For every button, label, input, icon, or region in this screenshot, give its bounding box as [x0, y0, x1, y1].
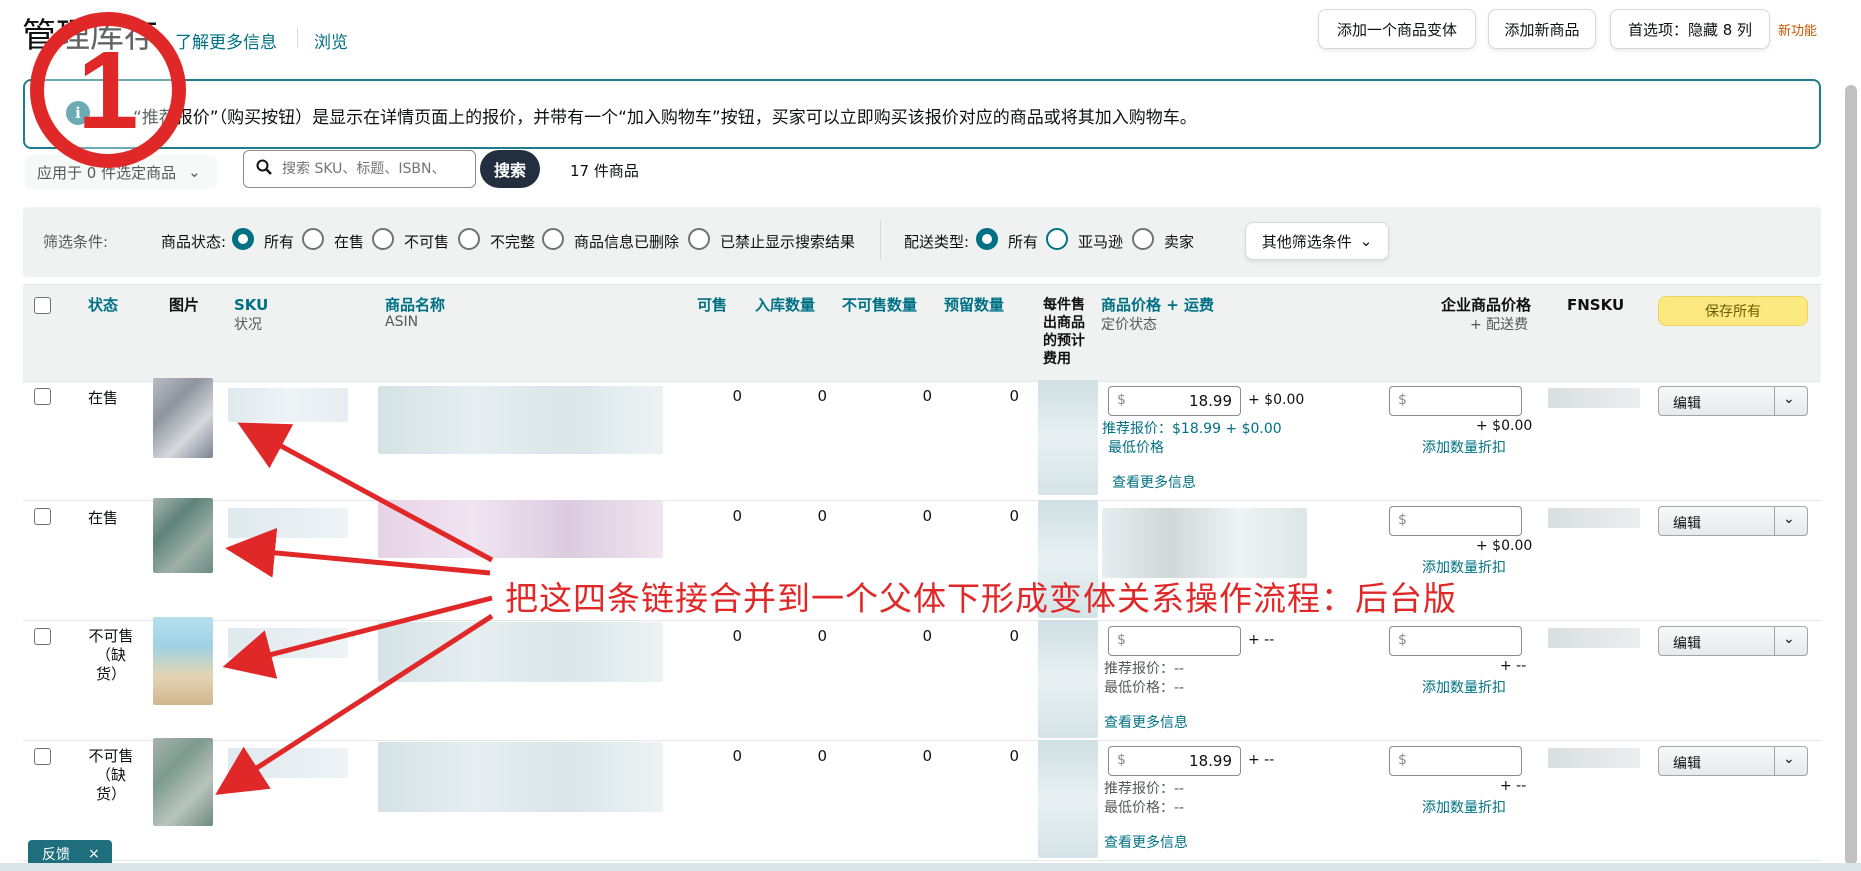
- arrow-row-2: [225, 527, 491, 578]
- feedback-label: 反馈: [42, 847, 70, 863]
- arrow-row-1: [237, 422, 494, 563]
- arrow-row-4: [215, 613, 494, 795]
- arrow-row-3: [222, 595, 493, 679]
- annotation-caption: 把这四条链接合并到一个父体下形成变体关系操作流程：后台版: [505, 579, 1457, 618]
- bottom-strip: [0, 863, 1861, 871]
- close-icon[interactable]: ×: [88, 846, 100, 862]
- vertical-scrollbar[interactable]: [1845, 85, 1857, 865]
- annotation-arrows: [215, 422, 494, 795]
